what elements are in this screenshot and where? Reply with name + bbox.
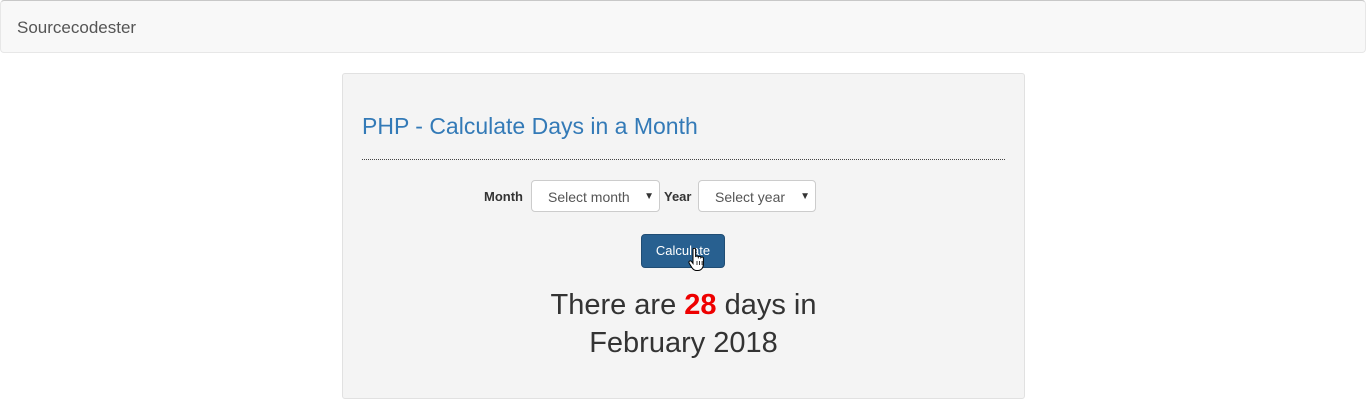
year-label: Year — [664, 189, 692, 204]
navbar: Sourcecodester — [0, 0, 1366, 53]
days-count: 28 — [684, 289, 717, 321]
year-select-value: Select year — [715, 189, 786, 205]
navbar-brand[interactable]: Sourcecodester — [17, 18, 136, 38]
result-month-year: February 2018 — [589, 327, 778, 359]
month-select[interactable]: Select month ▼ — [531, 180, 660, 212]
caret-down-icon: ▼ — [800, 191, 810, 202]
result-message: There are 28 days in February 2018 — [343, 286, 1024, 362]
caret-down-icon: ▼ — [644, 191, 654, 202]
month-select-value: Select month — [548, 189, 630, 205]
calculate-button[interactable]: Calculate — [641, 234, 725, 268]
title-divider — [362, 159, 1005, 160]
result-suffix: days in — [724, 289, 817, 321]
date-form: Month Select month ▼ Year Select year ▼ — [343, 180, 1024, 214]
year-select[interactable]: Select year ▼ — [698, 180, 816, 212]
calculator-panel: PHP - Calculate Days in a Month Month Se… — [342, 73, 1025, 399]
page-title: PHP - Calculate Days in a Month — [362, 113, 698, 139]
result-prefix: There are — [550, 289, 677, 321]
month-label: Month — [484, 189, 523, 204]
